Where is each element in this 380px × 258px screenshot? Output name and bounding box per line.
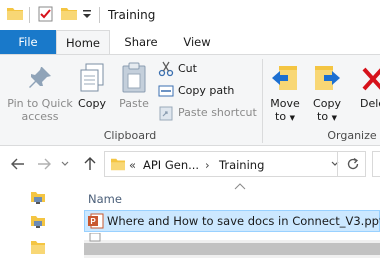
copy-path-label: Copy path (178, 84, 235, 97)
quick-access-separator (29, 7, 30, 23)
paste-shortcut-button[interactable]: Paste shortcut (158, 103, 258, 123)
breadcrumb-overflow[interactable]: « (129, 157, 136, 173)
breadcrumb-api-gen[interactable]: API Gen... (143, 157, 199, 173)
svg-text:P: P (90, 217, 96, 226)
breadcrumb-separator: › (205, 158, 210, 172)
properties-check-icon[interactable] (38, 6, 53, 22)
column-header-name[interactable]: Name (88, 191, 122, 207)
breadcrumb-training[interactable]: Training (219, 157, 264, 173)
folder-icon (111, 158, 125, 171)
paste-shortcut-icon (159, 106, 173, 121)
organize-group-label: Organize (327, 129, 377, 142)
tab-file[interactable]: File (0, 30, 56, 54)
file-name: Where and How to save docs in Connect_V3… (107, 214, 380, 228)
pin-label-line1: Pin to Quick (7, 97, 73, 110)
move-to-icon (272, 66, 297, 90)
file-row[interactable]: P Where and How to save docs in Connect_… (84, 210, 380, 232)
chevron-down-icon[interactable] (60, 156, 70, 172)
partial-file-icon (89, 233, 101, 242)
clipboard-group-label: Clipboard (103, 129, 157, 142)
refresh-icon[interactable] (337, 152, 367, 176)
title-separator (99, 7, 100, 23)
copy-icon (80, 63, 104, 92)
copy-to-button[interactable]: Copy to ▼ (308, 59, 346, 125)
network-folder-icon[interactable] (30, 215, 46, 229)
new-folder-icon[interactable] (61, 7, 77, 20)
network-folder-icon[interactable] (30, 191, 46, 205)
paste-label: Paste (119, 97, 149, 110)
ribbon-tabs: File Home Share View (0, 30, 380, 55)
copy-button[interactable]: Copy (76, 59, 108, 125)
customize-dropdown-icon[interactable] (82, 8, 92, 20)
pin-to-quick-access-button[interactable]: Pin to Quick access (2, 59, 78, 125)
paste-shortcut-label: Paste shortcut (178, 106, 257, 119)
move-to-label-line1: Move (270, 97, 300, 110)
address-bar[interactable]: « API Gen... › Training (104, 151, 366, 177)
cut-label: Cut (178, 62, 197, 75)
pin-icon (29, 67, 51, 88)
scrollbar-thumb[interactable] (84, 243, 380, 255)
search-input[interactable] (372, 151, 380, 177)
paste-icon (122, 62, 146, 93)
tab-home[interactable]: Home (56, 30, 110, 55)
tab-view[interactable]: View (172, 30, 222, 54)
delete-button[interactable]: Dele (352, 59, 380, 125)
up-arrow-icon[interactable] (82, 156, 98, 172)
window-title: Training (108, 8, 156, 22)
copy-to-icon (315, 66, 340, 90)
folder-icon[interactable] (30, 240, 46, 254)
title-bar: Training (0, 0, 380, 30)
delete-label: Dele (360, 97, 380, 110)
move-to-label-line2: to ▼ (275, 110, 295, 123)
paste-button[interactable]: Paste (116, 59, 152, 125)
copy-path-icon (158, 85, 174, 97)
copy-to-label-line2: to ▼ (317, 110, 337, 123)
group-separator (262, 59, 263, 143)
horizontal-scrollbar[interactable] (84, 233, 380, 258)
pin-label-line2: access (21, 110, 59, 123)
copy-to-label-line1: Copy (313, 97, 341, 110)
move-to-button[interactable]: Move to ▼ (266, 59, 304, 125)
navigation-pane (0, 182, 80, 258)
copy-label: Copy (78, 97, 106, 110)
folder-icon (7, 8, 23, 20)
cut-button[interactable]: Cut (158, 59, 258, 79)
scissors-icon (158, 61, 174, 77)
forward-arrow-icon[interactable] (36, 156, 52, 172)
address-row: « API Gen... › Training (0, 146, 380, 182)
tab-share[interactable]: Share (114, 30, 168, 54)
delete-x-icon (362, 67, 380, 91)
sort-ascending-icon (234, 183, 246, 190)
copy-path-button[interactable]: Copy path (158, 81, 258, 101)
back-arrow-icon[interactable] (10, 156, 26, 172)
pptx-icon: P (88, 213, 104, 229)
ribbon-home: Pin to Quick access Copy Paste Cut Copy … (0, 54, 380, 146)
